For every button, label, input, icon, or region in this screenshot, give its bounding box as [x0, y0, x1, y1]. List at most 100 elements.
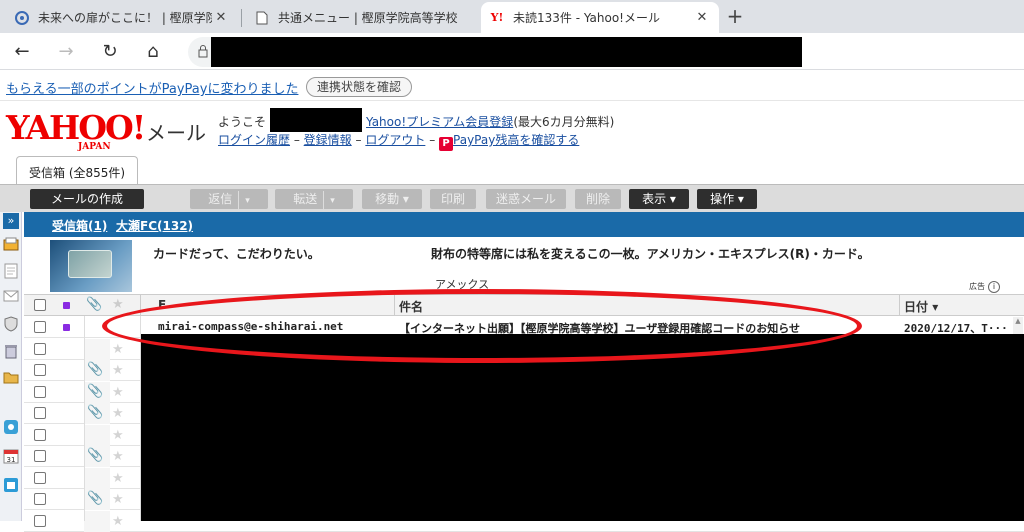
compose-button[interactable]: メールの作成 [30, 189, 144, 209]
reply-button[interactable]: 返信 ▾ [190, 189, 268, 211]
button-label: 転送 [293, 192, 318, 206]
browser-tab-2[interactable]: 共通メニュー | 樫原学院高等学校 [246, 2, 478, 33]
left-icon-bar: » 31 [0, 212, 22, 521]
address-bar[interactable] [188, 37, 802, 67]
back-icon[interactable]: ← [10, 40, 34, 64]
column-line [84, 316, 85, 521]
sent-icon[interactable] [3, 290, 19, 306]
home-icon[interactable]: ⌂ [141, 40, 165, 64]
star-icon[interactable]: ★ [112, 363, 124, 378]
row-checkbox[interactable] [34, 385, 46, 398]
attachment-icon: 📎 [87, 405, 104, 420]
inbox-icon[interactable] [3, 237, 19, 253]
browser-tab-3[interactable]: Y! 未読133件 - Yahoo!メール ✕ [481, 2, 719, 33]
ad-label[interactable]: 広告 i [969, 277, 1000, 293]
separator: – [293, 133, 300, 147]
logo-text: YAHOO! [6, 108, 146, 147]
logout-link[interactable]: ログアウト [365, 133, 425, 147]
unread-marker [63, 324, 70, 331]
logo-sub: JAPAN [78, 142, 111, 152]
row-checkbox[interactable] [34, 364, 46, 376]
yahoo-mail-logo[interactable]: YAHOO! JAPAN メール [6, 108, 206, 152]
notepad-icon[interactable] [3, 477, 19, 493]
sort-icon: ▾ [932, 300, 939, 314]
operate-button[interactable]: 操作 ▾ [697, 189, 757, 209]
print-button[interactable]: 印刷 [430, 189, 476, 209]
attachment-icon: 📎 [87, 362, 104, 377]
button-label: 表示 [642, 192, 667, 206]
column-subject[interactable]: 件名 [399, 298, 423, 315]
message-list-header: 📎 ★ F 件名 日付 ▾ [24, 294, 1024, 316]
view-button[interactable]: 表示 ▾ [629, 189, 689, 209]
ad-label-text: 広告 [969, 282, 985, 291]
account-info-link[interactable]: 登録情報 [304, 133, 352, 147]
move-button[interactable]: 移動 ▾ [362, 189, 422, 209]
attachment-icon: 📎 [87, 383, 104, 399]
star-icon[interactable]: ★ [112, 385, 124, 400]
star-icon[interactable]: ★ [112, 428, 124, 443]
star-icon[interactable]: ★ [112, 471, 124, 486]
premium-link[interactable]: Yahoo!プレミアム会員登録 [366, 115, 513, 129]
draft-icon[interactable] [3, 263, 19, 279]
row-checkbox[interactable] [34, 407, 46, 419]
sender: mirai-compass@e-shiharai.net [158, 320, 344, 333]
browser-tab-bar: 未来への扉がここに！ | 樫原学院高 ✕ 共通メニュー | 樫原学院高等学校 Y… [0, 0, 1024, 33]
paypay-promo-link[interactable]: もらえる一部のポイントがPayPayに変わりました [6, 78, 298, 97]
row-checkbox[interactable] [34, 450, 46, 462]
calendar-icon[interactable]: 31 [3, 448, 19, 464]
row-checkbox[interactable] [34, 342, 46, 355]
shield-icon[interactable] [3, 316, 19, 332]
unread-filter-icon[interactable] [63, 302, 70, 309]
close-icon[interactable]: ✕ [693, 10, 711, 25]
attachment-icon: 📎 [87, 491, 104, 506]
chevron-down-icon: ▾ [737, 192, 744, 206]
premium-note: (最大6カ月分無料) [513, 115, 615, 129]
folder-other-link[interactable]: 大瀬FC(132) [116, 217, 193, 234]
column-date[interactable]: 日付 ▾ [904, 298, 938, 315]
paypay-balance-link[interactable]: PayPay残高を確認する [453, 133, 579, 147]
chevron-down-icon: ▾ [669, 192, 676, 206]
star-icon[interactable]: ★ [112, 514, 124, 529]
button-label: 移動 [375, 192, 400, 206]
ad-banner[interactable]: カードだって、こだわりたい。 財布の特等席には私を変えるこの一枚。アメリカン・エ… [24, 237, 1024, 294]
browser-tab-1[interactable]: 未来への扉がここに！ | 樫原学院高 ✕ [6, 2, 238, 33]
folder-inbox-link[interactable]: 受信箱(1) [52, 217, 107, 234]
select-all-checkbox[interactable] [34, 299, 46, 311]
row-checkbox[interactable] [34, 428, 46, 441]
folder-icon[interactable] [3, 371, 19, 387]
contacts-icon[interactable] [3, 419, 19, 435]
forward-icon[interactable]: → [54, 40, 78, 64]
star-icon[interactable]: ★ [112, 492, 124, 507]
spam-button[interactable]: 迷惑メール [486, 189, 566, 209]
row-checkbox[interactable] [34, 471, 46, 484]
chevron-down-icon: ▾ [402, 192, 409, 206]
login-history-link[interactable]: ログイン履歴 [218, 133, 290, 147]
row-checkbox[interactable] [34, 493, 46, 505]
scrollbar-up-icon[interactable]: ▲ [1013, 317, 1023, 334]
new-tab-button[interactable]: + [724, 4, 746, 28]
expand-icon[interactable]: » [3, 213, 19, 229]
service-name: メール [146, 121, 206, 145]
column-divider [140, 295, 141, 315]
ad-sponsor: アメックス [435, 278, 490, 291]
paypay-icon: P [439, 137, 454, 151]
check-link-status-button[interactable]: 連携状態を確認 [306, 77, 413, 97]
attachment-header-icon[interactable]: 📎 [86, 297, 102, 312]
delete-button[interactable]: 削除 [575, 189, 621, 209]
star-icon[interactable]: ★ [112, 342, 124, 357]
star-icon[interactable]: ★ [112, 449, 124, 464]
tab-label: 未読133件 - Yahoo!メール [513, 11, 660, 25]
ad-description: 財布の特等席には私を変えるこの一枚。アメリカン・エキスプレス(R)・カード。 [431, 247, 870, 261]
star-header-icon[interactable]: ★ [112, 297, 124, 312]
column-date-label: 日付 [904, 300, 929, 314]
column-from[interactable]: F [158, 298, 166, 312]
reload-icon[interactable]: ↻ [98, 40, 122, 64]
close-icon[interactable]: ✕ [212, 10, 230, 25]
attachment-icon: 📎 [87, 448, 104, 463]
tab-divider [241, 9, 242, 27]
star-icon[interactable]: ★ [112, 406, 124, 421]
trash-icon[interactable] [3, 343, 19, 359]
row-checkbox[interactable] [34, 321, 46, 333]
tab-inbox[interactable]: 受信箱 (全855件) [16, 156, 138, 184]
forward-button[interactable]: 転送 ▾ [275, 189, 353, 211]
